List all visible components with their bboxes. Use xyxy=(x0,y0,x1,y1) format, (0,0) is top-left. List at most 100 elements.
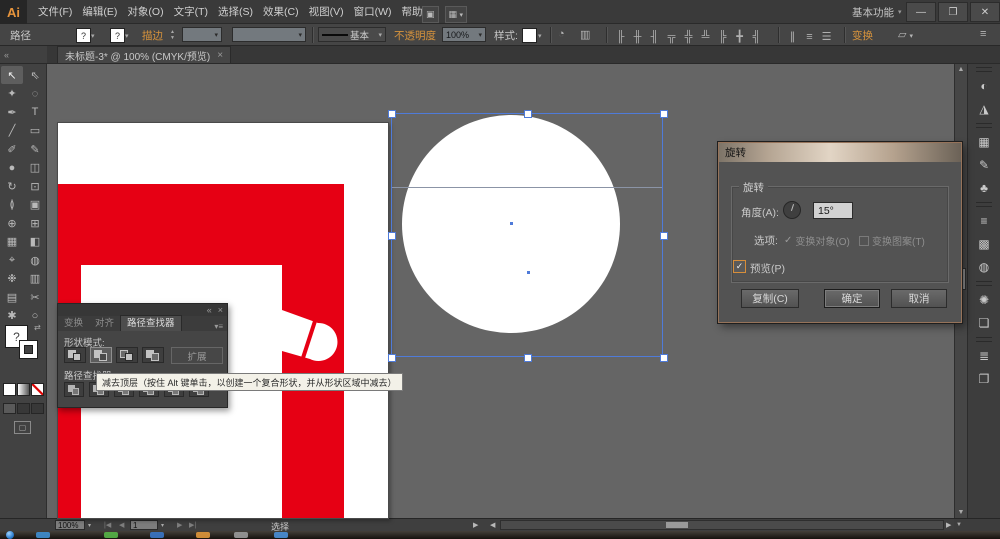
magic-wand-tool[interactable]: ✦ xyxy=(1,85,23,103)
horizontal-scroll-thumb[interactable] xyxy=(666,522,688,528)
stroke-panel-link[interactable]: 描边 xyxy=(142,28,163,43)
swatches-icon[interactable]: ▦ xyxy=(968,130,1000,153)
tab-align[interactable]: 对齐 xyxy=(89,316,120,331)
slice-tool[interactable]: ✂ xyxy=(24,288,46,306)
bridge-icon[interactable]: ▣ xyxy=(422,6,439,23)
v-align-bottom-icon[interactable]: ╩ xyxy=(697,30,714,45)
panel-menu-icon[interactable]: ▾≡ xyxy=(214,322,227,331)
free-transform-tool[interactable]: ▣ xyxy=(24,196,46,214)
draw-behind-button[interactable] xyxy=(17,403,30,414)
menu-edit[interactable]: 编辑(E) xyxy=(77,0,122,24)
artboards-panel-icon[interactable]: ❐ xyxy=(968,367,1000,390)
center-point[interactable] xyxy=(527,271,530,274)
recolor-artwork-icon[interactable]: ◔ xyxy=(558,28,565,40)
gradient-button[interactable] xyxy=(17,383,30,396)
selection-handle[interactable] xyxy=(524,110,532,118)
selection-handle[interactable] xyxy=(388,110,396,118)
restore-button[interactable]: ❐ xyxy=(938,2,968,22)
scroll-left-small-icon[interactable]: ◀ xyxy=(490,521,495,529)
selection-handle[interactable] xyxy=(388,354,396,362)
next-artboard-icon[interactable]: ▶ xyxy=(177,521,182,529)
stroke-weight-stepper[interactable]: ▲ ▼ xyxy=(168,28,177,42)
transform-panel-link[interactable]: 变换 xyxy=(852,28,873,43)
rectangle-tool[interactable]: ▭ xyxy=(24,122,46,140)
scroll-corner-down-icon[interactable]: ▼ xyxy=(956,522,962,528)
scroll-right-small-icon[interactable]: ▶ xyxy=(473,521,478,529)
color-button[interactable] xyxy=(3,383,16,396)
swap-fill-stroke-icon[interactable]: ⇄ xyxy=(34,323,41,332)
zoom-caret-icon[interactable]: ▾ xyxy=(88,522,91,529)
opacity-select[interactable]: 100% ▾ xyxy=(442,27,486,42)
draw-normal-button[interactable] xyxy=(3,403,16,414)
zoom-level-field[interactable]: 100% xyxy=(55,520,85,530)
dialog-title-bar[interactable]: 旋转 xyxy=(719,143,961,162)
artboard-tool[interactable]: ▤ xyxy=(1,288,23,306)
align-options-icon[interactable]: ▥ xyxy=(580,28,590,41)
exclude-button[interactable] xyxy=(142,347,164,363)
horizontal-scrollbar[interactable] xyxy=(500,520,944,530)
expand-button[interactable]: 扩展 xyxy=(171,347,223,364)
center-point[interactable] xyxy=(510,222,513,225)
selection-handle[interactable] xyxy=(388,232,396,240)
menu-object[interactable]: 对象(O) xyxy=(122,0,168,24)
distribute-top-edge-icon[interactable]: ╠ xyxy=(714,30,731,45)
tab-pathfinder[interactable]: 路径查找器 xyxy=(120,315,182,331)
lasso-tool[interactable]: ◌ xyxy=(24,85,46,103)
width-profile-select[interactable]: ▾ xyxy=(232,27,306,42)
artboard-caret-icon[interactable]: ▾ xyxy=(161,522,164,529)
style-caret-icon[interactable]: ▾ xyxy=(538,32,542,40)
brushes-icon[interactable]: ✎ xyxy=(968,153,1000,176)
menu-view[interactable]: 视图(V) xyxy=(304,0,349,24)
gradient-tool[interactable]: ◧ xyxy=(24,233,46,251)
tab-close-icon[interactable]: × xyxy=(217,50,223,61)
pencil-tool[interactable]: ✎ xyxy=(24,140,46,158)
h-align-left-icon[interactable]: ╟ xyxy=(612,30,629,45)
menu-select[interactable]: 选择(S) xyxy=(213,0,258,24)
color-panel-icon[interactable]: ◐ xyxy=(968,74,1000,97)
intersect-button[interactable] xyxy=(116,347,138,363)
gradient-panel-icon[interactable]: ▩ xyxy=(968,232,1000,255)
blob-brush-tool[interactable]: ● xyxy=(1,159,23,177)
direct-selection-tool[interactable]: ⇖ xyxy=(24,66,46,84)
taskbar-app-icon-3[interactable] xyxy=(150,532,164,538)
control-panel-menu-icon[interactable]: ≡ xyxy=(980,28,986,40)
angle-input[interactable]: 15° xyxy=(813,202,853,219)
symbol-sprayer-tool[interactable]: ❉ xyxy=(1,270,23,288)
column-graph-tool[interactable]: ▥ xyxy=(24,270,46,288)
draw-inside-button[interactable] xyxy=(31,403,44,414)
v-align-center-icon[interactable]: ╬ xyxy=(680,30,697,45)
screen-mode-button[interactable]: ▢ xyxy=(14,421,31,434)
scroll-right-icon[interactable]: ▶ xyxy=(946,521,951,529)
distribute-v-space-icon[interactable]: ≡ xyxy=(801,30,818,45)
cancel-button[interactable]: 取消 xyxy=(891,289,947,308)
prev-artboard-icon[interactable]: ◀ xyxy=(119,521,124,529)
selection-tool[interactable]: ↖ xyxy=(1,66,23,84)
shape-properties-icon[interactable]: ▱ ▾ xyxy=(898,28,913,41)
canvas-area[interactable]: « × 变换 对齐 路径查找器 ▾≡ 形状模式: 扩展 路径查找器: 减去顶层（按住 … xyxy=(47,64,962,519)
workspace-switcher[interactable]: 基本功能 ▾ xyxy=(852,0,902,24)
taskbar-app-icon-2[interactable] xyxy=(104,532,118,538)
panel-close-icon[interactable]: × xyxy=(218,305,223,315)
eraser-tool[interactable]: ◫ xyxy=(24,159,46,177)
red-rectangle-top[interactable] xyxy=(58,184,344,265)
selection-handle[interactable] xyxy=(660,354,668,362)
artboard-number-field[interactable]: 1 xyxy=(130,520,158,530)
preview-checkbox[interactable]: ✓ xyxy=(733,260,746,273)
distribute-bottom-edge-icon[interactable]: ╣ xyxy=(748,30,765,45)
taskbar-app-icon-4[interactable] xyxy=(196,532,210,538)
fill-caret-icon[interactable]: ▾ xyxy=(91,32,95,40)
v-align-top-icon[interactable]: ╦ xyxy=(663,30,680,45)
stroke-weight-select[interactable]: ▾ xyxy=(182,27,222,42)
scroll-down-icon[interactable]: ▼ xyxy=(955,509,967,516)
zoom-tool[interactable]: ○ xyxy=(24,307,46,325)
perspective-grid-tool[interactable]: ⊞ xyxy=(24,214,46,232)
brush-definition-select[interactable]: 基本 ▾ xyxy=(318,27,386,42)
menu-window[interactable]: 窗口(W) xyxy=(349,0,397,24)
h-align-center-icon[interactable]: ╫ xyxy=(629,30,646,45)
stroke-panel-icon[interactable]: ≡ xyxy=(968,209,1000,232)
minimize-button[interactable]: — xyxy=(906,2,936,22)
layers-panel-icon[interactable]: ≣ xyxy=(968,344,1000,367)
unite-button[interactable] xyxy=(64,347,86,363)
distribute-spacing-icon[interactable]: ☰ xyxy=(818,30,835,45)
menu-effect[interactable]: 效果(C) xyxy=(258,0,304,24)
